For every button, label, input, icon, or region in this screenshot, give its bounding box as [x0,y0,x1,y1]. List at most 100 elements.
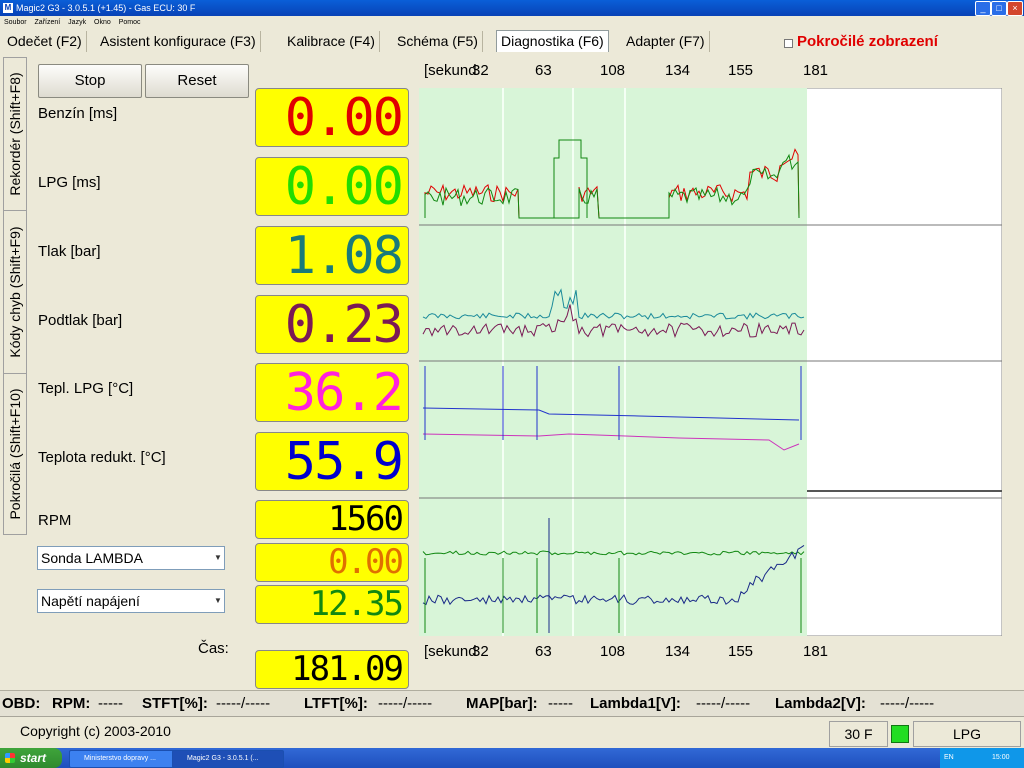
side-tab-advanced[interactable]: Pokročilá (Shift+F10) [3,373,27,535]
x-axis-label-bottom: [sekund [424,643,477,660]
side-tab-recorder[interactable]: Rekordér (Shift+F8) [3,57,27,211]
value-petrol: 0.00 [284,88,404,148]
obd-lambda1-value: -----/----- [696,695,751,712]
value-box-voltage: 12.35 [255,585,409,624]
x-tick-label: 32 [472,643,489,660]
x-tick-label: 108 [600,62,626,79]
x-tick-label: 63 [535,643,552,660]
system-tray: EN 15:00 [940,748,1024,768]
select-lambda[interactable]: Sonda LAMBDA ▼ [37,546,225,570]
title-bar: M Magic2 G3 - 3.0.5.1 (+1.45) - Gas ECU:… [0,0,1024,16]
ecu-indicator: 30 F [829,721,888,747]
menu-bar: Soubor Zařízení Jazyk Okno Pomoc [0,16,1024,29]
value-vacuum: 0.23 [284,295,404,355]
value-box-lambda: 0.00 [255,543,409,582]
value-box-pressure: 1.08 [255,226,409,285]
menu-language[interactable]: Jazyk [68,19,86,26]
start-button[interactable]: start [0,748,62,768]
obd-status-bar: OBD: RPM: ----- STFT[%]: -----/----- LTF… [0,690,1024,717]
label-rpm: RPM [38,512,72,529]
copyright-text: Copyright (c) 2003-2010 [20,723,171,739]
advanced-view-label[interactable]: Pokročilé zobrazení [797,33,938,50]
side-tab-error-codes[interactable]: Kódy chyb (Shift+F9) [3,210,27,374]
window-title: Magic2 G3 - 3.0.5.1 (+1.45) - Gas ECU: 3… [16,3,196,13]
menu-help[interactable]: Pomoc [119,19,141,26]
label-time: Čas: [198,640,229,657]
fuel-led-icon [891,725,909,743]
tab-adapter[interactable]: Adapter (F7) [622,31,710,52]
value-box-rpm: 1560 [255,500,409,539]
value-voltage: 12.35 [309,584,404,624]
x-tick-label: 181 [803,62,829,79]
chevron-down-icon: ▼ [214,553,222,562]
value-box-petrol: 0.00 [255,88,409,147]
x-tick-label: 134 [665,62,691,79]
taskbar-item-browser[interactable]: Ministerstvo dopravy ... [69,750,181,768]
x-tick-label: 181 [803,643,829,660]
value-lpg-temp: 36.2 [284,363,404,423]
tab-diagnostics[interactable]: Diagnostika (F6) [496,30,609,52]
side-tab-error-codes-label: Kódy chyb (Shift+F9) [7,226,23,358]
side-tab-recorder-label: Rekordér (Shift+F8) [7,72,23,196]
obd-ltft-label: LTFT[%]: [304,695,368,712]
select-lambda-text: Sonda LAMBDA [41,550,143,566]
x-tick-label: 155 [728,643,754,660]
menu-device[interactable]: Zařízení [35,19,61,26]
obd-map-value: ----- [548,695,573,712]
x-axis-label-top: [sekund [424,62,477,79]
value-box-reducer-temp: 55.9 [255,432,409,491]
app-icon: M [3,3,13,13]
value-box-lpg: 0.00 [255,157,409,216]
x-tick-label: 32 [472,62,489,79]
menu-window[interactable]: Okno [94,19,111,26]
value-pressure: 1.08 [284,226,404,286]
taskbar-item-magic[interactable]: Magic2 G3 - 3.0.5.1 (... [172,750,284,768]
fuel-indicator: LPG [913,721,1021,747]
minimize-button[interactable]: _ [975,1,991,16]
side-tab-advanced-label: Pokročilá (Shift+F10) [7,388,23,520]
windows-logo-icon [5,753,15,763]
tab-calibration[interactable]: Kalibrace (F4) [283,31,380,52]
language-indicator[interactable]: EN [944,748,954,768]
chevron-down-icon: ▼ [214,596,222,605]
x-tick-label: 134 [665,643,691,660]
obd-lambda2-value: -----/----- [880,695,935,712]
tab-readout[interactable]: Odečet (F2) [3,31,87,52]
label-reducer-temp: Teplota redukt. [°C] [38,449,166,466]
label-lpg-temp: Tepl. LPG [°C] [38,380,134,397]
select-voltage[interactable]: Napětí napájení ▼ [37,589,225,613]
tab-config-assistant[interactable]: Asistent konfigurace (F3) [96,31,261,52]
value-rpm: 1560 [328,499,404,539]
obd-label: OBD: [2,695,41,712]
value-box-lpg-temp: 36.2 [255,363,409,422]
obd-rpm-value: ----- [98,695,123,712]
close-button[interactable]: × [1007,1,1023,16]
label-petrol: Benzín [ms] [38,105,118,122]
value-time: 181.09 [291,649,404,689]
advanced-view-checkbox[interactable] [784,39,793,48]
obd-map-label: MAP[bar]: [466,695,538,712]
obd-lambda2-label: Lambda2[V]: [775,695,866,712]
value-reducer-temp: 55.9 [284,432,404,492]
tab-schema[interactable]: Schéma (F5) [393,31,483,52]
clock: 15:00 [992,754,1010,761]
maximize-button[interactable]: □ [991,1,1007,16]
value-box-time: 181.09 [255,650,409,689]
value-box-vacuum: 0.23 [255,295,409,354]
reset-button[interactable]: Reset [145,64,249,98]
obd-rpm-label: RPM: [52,695,91,712]
select-voltage-text: Napětí napájení [41,593,140,609]
menu-file[interactable]: Soubor [4,19,27,26]
obd-lambda1-label: Lambda1[V]: [590,695,681,712]
x-tick-label: 63 [535,62,552,79]
obd-stft-value: -----/----- [216,695,271,712]
value-lpg: 0.00 [284,157,404,217]
stop-button[interactable]: Stop [38,64,142,98]
x-tick-label: 155 [728,62,754,79]
value-lambda: 0.00 [328,542,404,582]
obd-ltft-value: -----/----- [378,695,433,712]
obd-stft-label: STFT[%]: [142,695,208,712]
diagnostics-chart [419,88,1002,636]
start-label: start [20,751,47,765]
label-pressure: Tlak [bar] [38,243,101,260]
